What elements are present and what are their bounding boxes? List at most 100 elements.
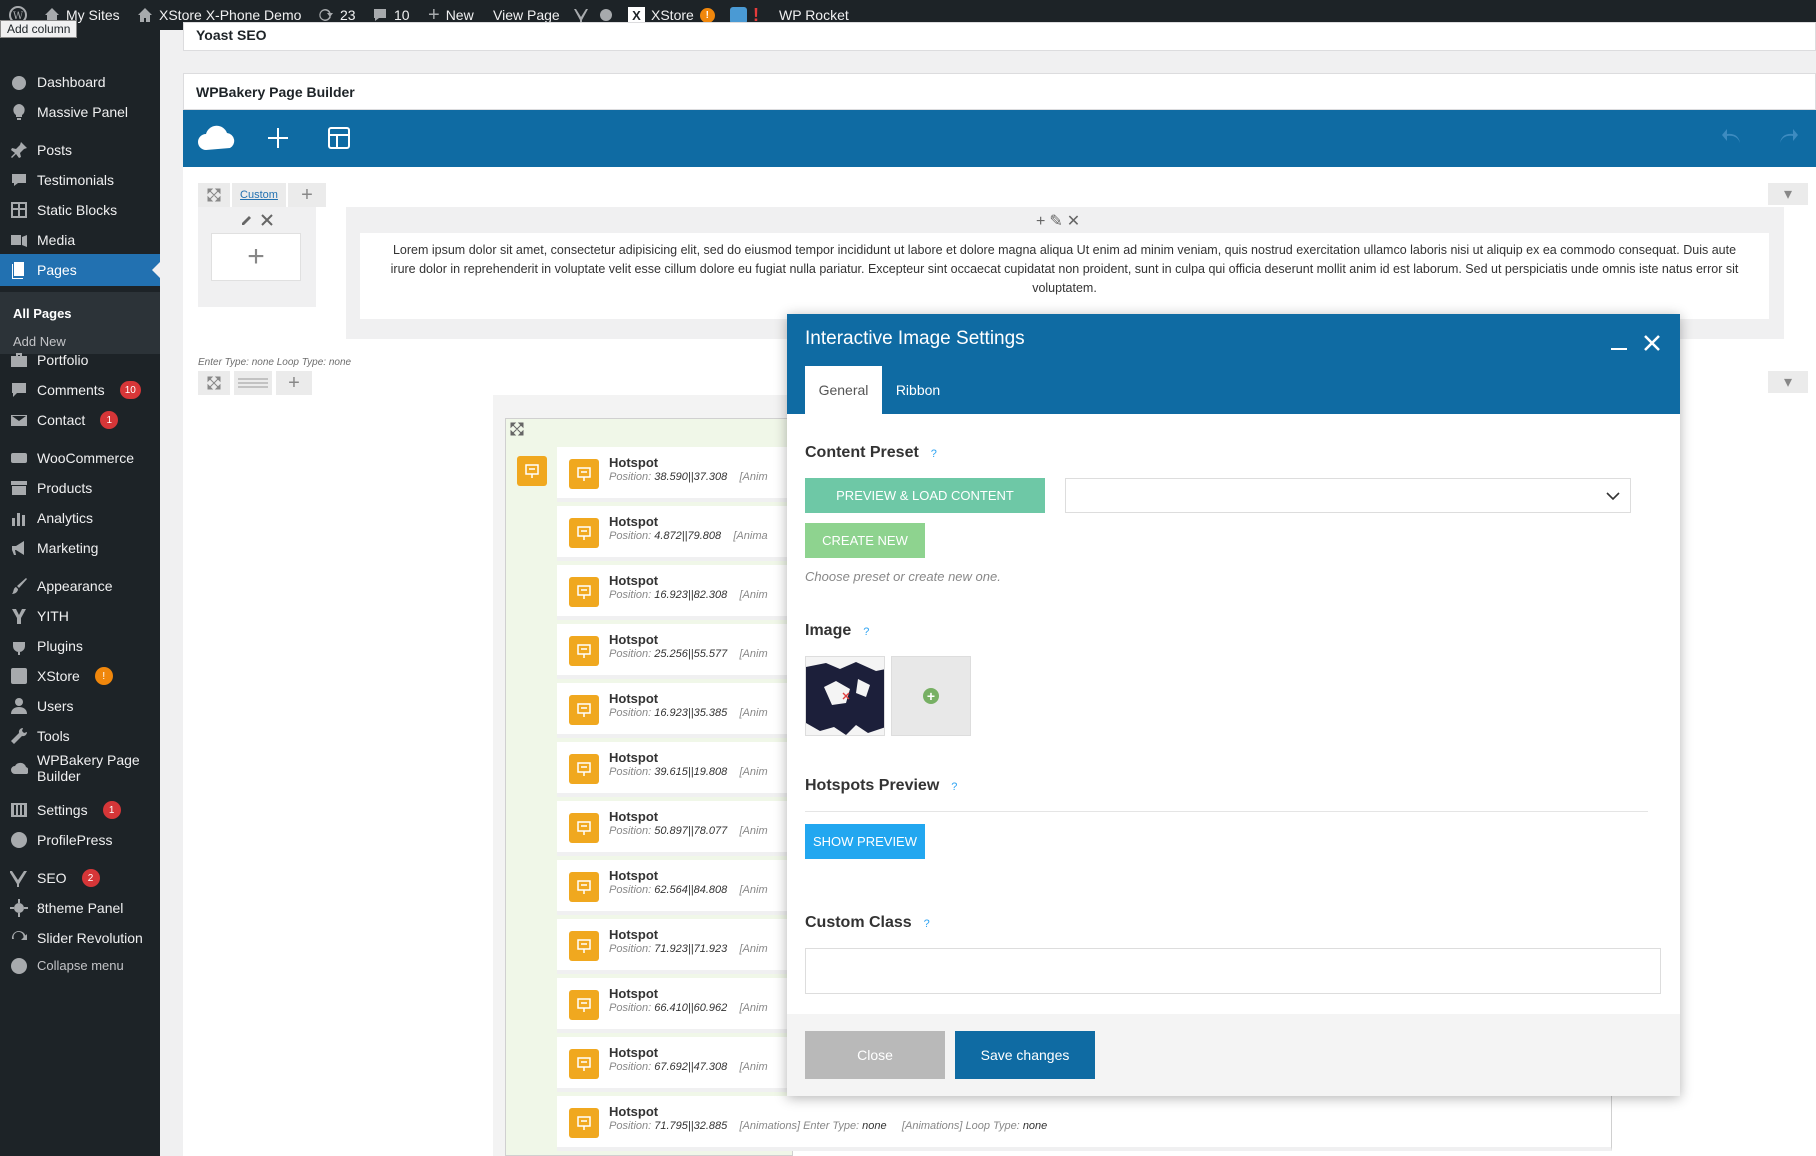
- minimize-icon[interactable]: [1611, 348, 1627, 350]
- submenu-all-pages[interactable]: All Pages: [13, 306, 72, 321]
- custom-class-input[interactable]: [805, 948, 1661, 994]
- preset-select[interactable]: [1065, 478, 1631, 513]
- help-icon[interactable]: ?: [859, 626, 873, 640]
- sidebar-item-label: Static Blocks: [37, 202, 118, 218]
- move-row-icon-2[interactable]: [198, 371, 230, 395]
- sidebar-item-yith[interactable]: YITH: [0, 600, 160, 632]
- modal-close-icon[interactable]: [1643, 334, 1661, 352]
- sidebar-item-media[interactable]: Media: [0, 224, 160, 256]
- hotspot-icon: [569, 754, 599, 784]
- sidebar-item-plugins[interactable]: Plugins: [0, 630, 160, 662]
- sidebar-item-analytics[interactable]: Analytics: [0, 502, 160, 534]
- close-icon[interactable]: [260, 213, 274, 227]
- help-icon[interactable]: ?: [920, 918, 934, 932]
- wpbakery-panel-header: WPBakery Page Builder: [183, 73, 1816, 110]
- chevron-down-icon: [1606, 492, 1620, 501]
- block-controls[interactable]: +✎✕: [1036, 211, 1084, 231]
- preset-hint: Choose preset or create new one.: [805, 569, 1001, 584]
- sidebar-item-collapse-menu[interactable]: Collapse menu: [0, 950, 160, 982]
- hotspot-title: Hotspot: [609, 455, 659, 470]
- hotspot-item[interactable]: Hotspot Position: 39.615||19.808 [Anim: [557, 742, 789, 797]
- hotspot-item[interactable]: Hotspot Position: 62.564||84.808 [Anim: [557, 860, 789, 915]
- pencil-icon[interactable]: [240, 213, 254, 227]
- sidebar-item-8theme-panel[interactable]: 8theme Panel: [0, 892, 160, 924]
- modal-footer: Close Save changes: [787, 1014, 1680, 1096]
- hotspot-title: Hotspot: [609, 1104, 659, 1119]
- row-toggle-icon-2[interactable]: ▾: [1768, 371, 1808, 393]
- redo-icon[interactable]: [1775, 126, 1799, 150]
- map-image: [806, 662, 884, 735]
- show-preview-button[interactable]: SHOW PREVIEW: [805, 824, 925, 859]
- help-icon[interactable]: ?: [927, 448, 941, 462]
- wrench-icon: [11, 727, 28, 744]
- sidebar-item-appearance[interactable]: Appearance: [0, 570, 160, 602]
- help-icon[interactable]: ?: [947, 781, 961, 795]
- hotspot-position: Position: 39.615||19.808 [Anim: [609, 766, 768, 778]
- sidebar-item-seo[interactable]: SEO 2: [0, 862, 160, 894]
- portfolio-icon: [11, 353, 27, 367]
- add-element-button[interactable]: +: [211, 233, 301, 281]
- sidebar-item-woocommerce[interactable]: WooCommerce: [0, 442, 160, 474]
- hotspot-item[interactable]: Hotspot Position: 25.256||55.577 [Anim: [557, 624, 789, 679]
- hotspot-item[interactable]: Hotspot Position: 67.692||47.308 [Anim: [557, 1037, 789, 1092]
- sidebar-item-wpbakery-page-builder[interactable]: WPBakery Page Builder: [0, 748, 160, 788]
- lorem-text: Lorem ipsum dolor sit amet, consectetur …: [360, 233, 1769, 319]
- add-column-button-2[interactable]: +: [276, 371, 312, 395]
- hotspot-item[interactable]: Hotspot Position: 16.923||35.385 [Anim: [557, 683, 789, 738]
- wpbakery-cloud-icon[interactable]: [197, 124, 235, 152]
- sidebar-item-massive-panel[interactable]: Massive Panel: [0, 96, 160, 128]
- save-changes-button[interactable]: Save changes: [955, 1031, 1095, 1079]
- sidebar-item-testimonials[interactable]: Testimonials: [0, 164, 160, 196]
- move-element-icon[interactable]: [510, 422, 524, 436]
- tab-general[interactable]: General: [805, 366, 882, 414]
- templates-icon[interactable]: [327, 126, 351, 150]
- hotspot-item[interactable]: Hotspot Position: 71.795||32.885 [Animati…: [557, 1096, 1612, 1151]
- count-badge: !: [94, 667, 113, 685]
- sidebar-item-portfolio[interactable]: Portfolio: [0, 344, 160, 376]
- preview-load-content-button[interactable]: PREVIEW & LOAD CONTENT: [805, 478, 1045, 513]
- hotspot-icon: [569, 459, 599, 489]
- add-image-button[interactable]: +: [891, 656, 971, 736]
- hotspot-icon: [569, 931, 599, 961]
- sidebar-item-posts[interactable]: Posts: [0, 134, 160, 166]
- close-button[interactable]: Close: [805, 1031, 945, 1079]
- layout-icon[interactable]: [234, 371, 272, 395]
- hotspot-title: Hotspot: [609, 986, 659, 1001]
- undo-icon[interactable]: [1721, 126, 1745, 150]
- hotspot-icon: [569, 872, 599, 902]
- hotspot-item[interactable]: Hotspot Position: 38.590||37.308 [Anim: [557, 447, 789, 502]
- sidebar-item-pages[interactable]: Pages: [0, 254, 160, 286]
- add-column-button[interactable]: +: [288, 183, 326, 207]
- image-thumbnail[interactable]: [805, 656, 885, 736]
- sidebar-item-comments[interactable]: Comments 10: [0, 374, 160, 406]
- hotspot-title: Hotspot: [609, 927, 659, 942]
- hotspot-item[interactable]: Hotspot Position: 16.923||82.308 [Anim: [557, 565, 789, 620]
- sidebar-item-label: Tools: [37, 728, 70, 744]
- sidebar-item-profilepress[interactable]: ProfilePress: [0, 824, 160, 856]
- sidebar-item-marketing[interactable]: Marketing: [0, 532, 160, 564]
- sidebar-item-xstore[interactable]: XStore!: [0, 660, 160, 692]
- hotspot-item[interactable]: Hotspot Position: 66.410||60.962 [Anim: [557, 978, 789, 1033]
- hotspot-position: Position: 62.564||84.808 [Anim: [609, 884, 768, 896]
- add-element-icon[interactable]: [266, 126, 290, 150]
- sidebar-item-products[interactable]: Products: [0, 472, 160, 504]
- comment-icon: [12, 383, 26, 397]
- hotspot-item[interactable]: Hotspot Position: 50.897||78.077 [Anim: [557, 801, 789, 856]
- sidebar-item-settings[interactable]: Settings 1: [0, 794, 160, 826]
- row-toggle-icon[interactable]: ▾: [1768, 183, 1808, 205]
- tab-custom[interactable]: Custom: [232, 183, 286, 207]
- tab-ribbon[interactable]: Ribbon: [882, 366, 954, 414]
- hotspot-item[interactable]: Hotspot Position: 4.872||79.808 [Anima: [557, 506, 789, 561]
- hotspot-icon: [569, 695, 599, 725]
- sidebar-item-label: Dashboard: [37, 74, 106, 90]
- sidebar-item-label: SEO: [37, 870, 67, 886]
- hotspot-item[interactable]: Hotspot Position: 71.923||71.923 [Anim: [557, 919, 789, 974]
- sidebar-item-static-blocks[interactable]: Static Blocks: [0, 194, 160, 226]
- sidebar-item-dashboard[interactable]: Dashboard: [0, 66, 160, 98]
- yith-icon: [12, 609, 26, 624]
- move-row-icon[interactable]: [198, 183, 230, 207]
- create-new-button[interactable]: CREATE NEW: [805, 523, 925, 558]
- comment-icon: [374, 9, 386, 21]
- sidebar-item-users[interactable]: Users: [0, 690, 160, 722]
- sidebar-item-contact[interactable]: Contact 1: [0, 404, 160, 436]
